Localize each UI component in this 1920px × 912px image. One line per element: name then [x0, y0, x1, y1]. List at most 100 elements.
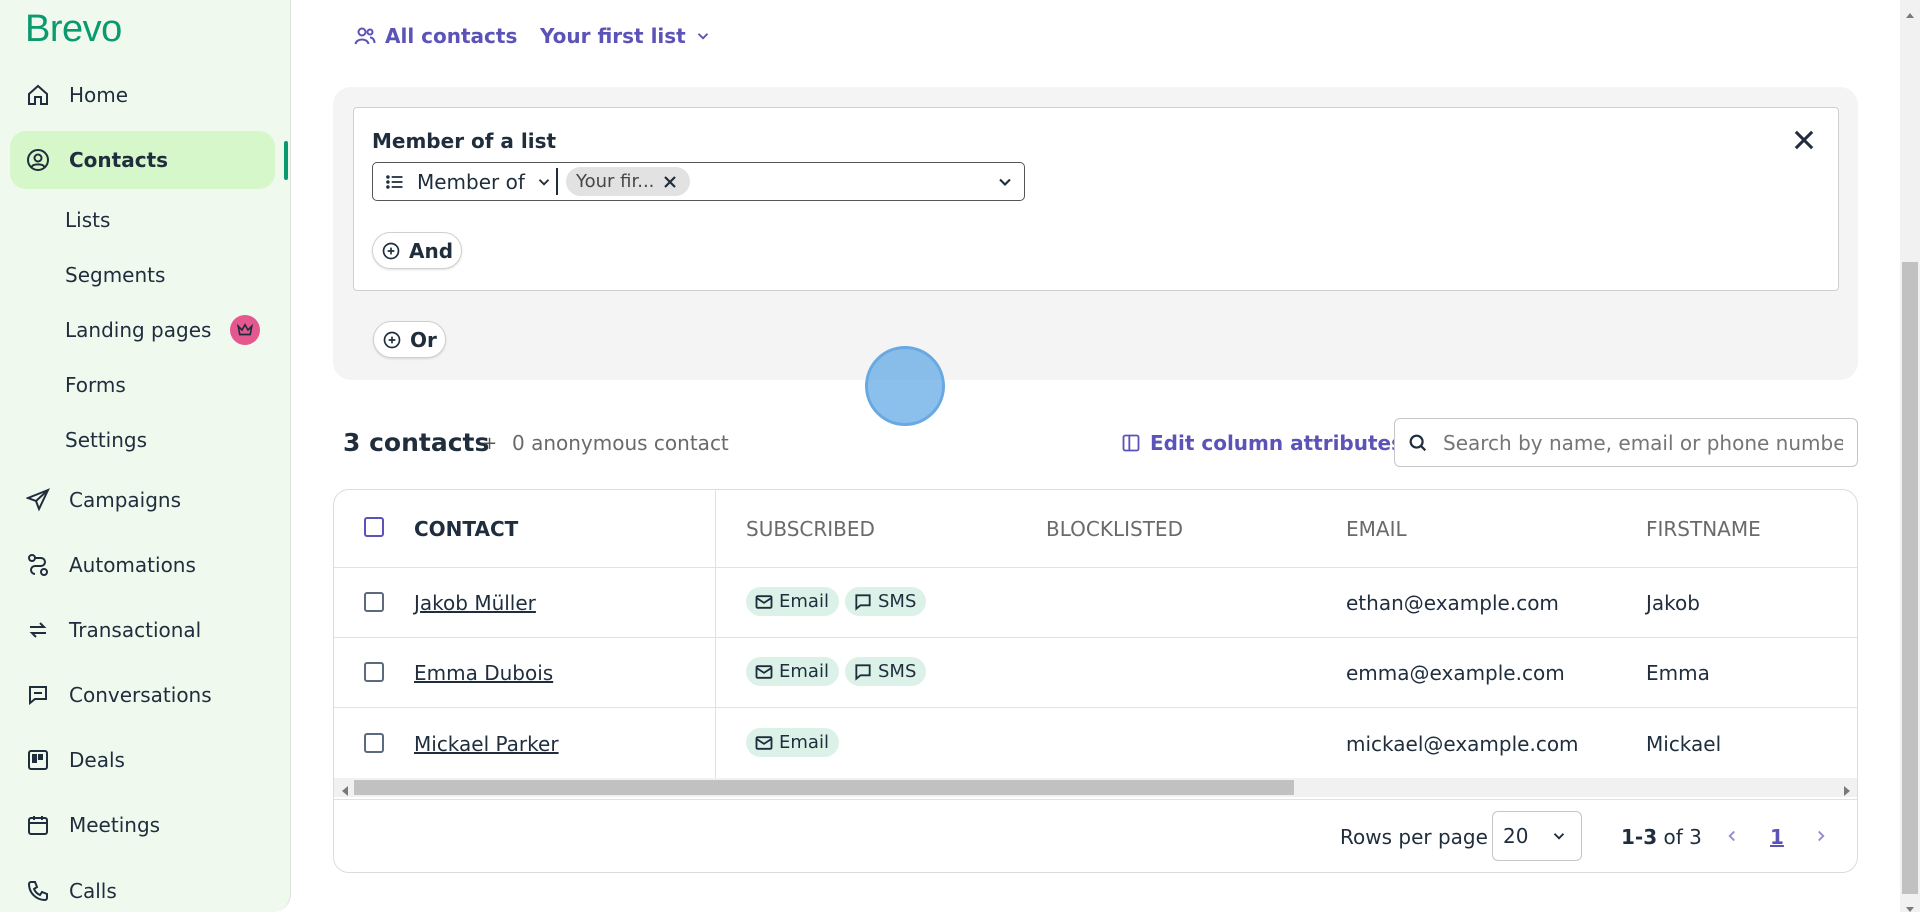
nav-item-home[interactable]: Home — [10, 66, 275, 124]
badge-label: Email — [779, 591, 829, 612]
contacts-table — [333, 489, 1858, 873]
range-bold: 1-3 — [1621, 825, 1658, 849]
row-checkbox[interactable] — [364, 662, 384, 682]
remove-chip-icon[interactable] — [660, 172, 680, 192]
deals-icon — [25, 747, 51, 773]
header-blocklisted[interactable]: BLOCKLISTED — [1046, 517, 1183, 541]
nav-item-transactional[interactable]: Transactional — [10, 601, 275, 659]
badge-label: SMS — [878, 661, 917, 682]
message-icon — [855, 663, 871, 681]
rows-per-page-select[interactable]: 20 — [1492, 811, 1582, 861]
row-checkbox[interactable] — [364, 733, 384, 753]
row-divider — [334, 567, 1857, 568]
chip-label: Your fir... — [576, 171, 655, 192]
subscribed-email-badge: Email — [746, 657, 839, 686]
add-and-condition-button[interactable]: And — [372, 232, 463, 269]
plus-circle-icon — [382, 242, 400, 259]
column-divider — [715, 490, 716, 778]
chevron-down-icon — [538, 178, 550, 186]
nav-label-campaigns: Campaigns — [69, 488, 182, 512]
nav-item-campaigns[interactable]: Campaigns — [10, 471, 275, 529]
contact-name-link[interactable]: Jakob Müller — [414, 591, 536, 615]
nav-label-contacts: Contacts — [69, 148, 169, 172]
subscribed-email-badge: Email — [746, 587, 839, 616]
operator-label: Member of — [417, 169, 525, 194]
chevron-down-icon[interactable] — [995, 172, 1015, 192]
nav-item-calls[interactable]: Calls — [10, 862, 275, 912]
edit-columns-label: Edit column attributes — [1150, 431, 1404, 455]
scroll-down-arrow-icon[interactable] — [1905, 899, 1915, 912]
subscribed-sms-badge: SMS — [845, 587, 927, 616]
plus-circle-icon — [383, 331, 401, 348]
horizontal-scrollbar-thumb[interactable] — [354, 780, 1294, 795]
sidebar-item-forms[interactable]: Forms — [65, 373, 126, 397]
rows-per-page-label: Rows per page — [1340, 825, 1488, 849]
mail-icon — [755, 664, 773, 679]
columns-icon — [1122, 434, 1140, 452]
automation-icon — [25, 552, 51, 578]
contact-name-link[interactable]: Emma Dubois — [414, 661, 553, 685]
badge-label: Email — [779, 661, 829, 682]
subscribed-email-badge: Email — [746, 728, 839, 757]
page-number-current[interactable]: 1 — [1770, 825, 1784, 849]
nav-item-automations[interactable]: Automations — [10, 536, 275, 594]
contact-name-link[interactable]: Mickael Parker — [414, 732, 559, 756]
home-icon — [25, 82, 51, 108]
search-input-box[interactable] — [1394, 418, 1858, 467]
prev-page-icon[interactable] — [1723, 826, 1741, 846]
sidebar-item-lists[interactable]: Lists — [65, 208, 110, 232]
all-contacts-link[interactable]: All contacts — [353, 24, 517, 48]
firstname-cell: Mickael — [1646, 732, 1722, 756]
nav-label-automations: Automations — [69, 553, 196, 577]
email-cell: emma@example.com — [1346, 661, 1565, 685]
filter-title: Member of a list — [372, 129, 557, 153]
badge-label: SMS — [878, 591, 917, 612]
row-checkbox[interactable] — [364, 592, 384, 612]
send-icon — [25, 487, 51, 513]
nav-label-conversations: Conversations — [69, 683, 212, 707]
close-icon[interactable] — [1790, 126, 1818, 154]
table-footer-divider — [334, 799, 1857, 800]
brevo-logo[interactable]: Brevo — [25, 8, 122, 51]
list-selector-label: Your first list — [540, 24, 686, 48]
click-indicator — [865, 346, 945, 426]
scroll-left-arrow-icon[interactable] — [340, 782, 350, 796]
select-divider — [556, 168, 558, 195]
operator-dropdown[interactable]: Member of — [385, 162, 553, 201]
nav-item-conversations[interactable]: Conversations — [10, 666, 275, 724]
subscribed-sms-badge: SMS — [845, 657, 927, 686]
all-contacts-label: All contacts — [385, 24, 518, 48]
header-contact[interactable]: CONTACT — [414, 517, 518, 541]
sidebar-item-settings[interactable]: Settings — [65, 428, 147, 452]
firstname-cell: Emma — [1646, 661, 1710, 685]
sidebar: Brevo Home Contacts Lists Segments Landi… — [0, 0, 291, 912]
nav-item-contacts[interactable]: Contacts — [10, 131, 275, 189]
header-subscribed[interactable]: SUBSCRIBED — [746, 517, 875, 541]
sidebar-item-landing-pages[interactable]: Landing pages — [65, 318, 211, 342]
pagination-range: 1-3 of 3 — [1621, 825, 1702, 849]
plus-sign: + — [482, 433, 498, 454]
header-firstname[interactable]: FIRSTNAME — [1646, 517, 1761, 541]
nav-item-meetings[interactable]: Meetings — [10, 796, 275, 854]
select-all-checkbox[interactable] — [364, 517, 384, 537]
add-or-group-button[interactable]: Or — [373, 321, 446, 358]
header-email[interactable]: EMAIL — [1346, 517, 1407, 541]
chat-icon — [25, 682, 51, 708]
search-icon — [1409, 434, 1427, 451]
nav-label-meetings: Meetings — [69, 813, 161, 837]
vertical-scrollbar-thumb[interactable] — [1902, 262, 1918, 894]
scroll-right-arrow-icon[interactable] — [1842, 782, 1852, 796]
next-page-icon[interactable] — [1812, 826, 1830, 846]
nav-label-home: Home — [69, 83, 129, 107]
nav-label-transactional: Transactional — [69, 618, 202, 642]
email-cell: ethan@example.com — [1346, 591, 1559, 615]
nav-item-deals[interactable]: Deals — [10, 731, 275, 789]
sidebar-item-segments[interactable]: Segments — [65, 263, 165, 287]
users-icon — [354, 27, 376, 45]
list-selector-dropdown[interactable]: Your first list — [540, 24, 712, 48]
email-cell: mickael@example.com — [1346, 732, 1579, 756]
scroll-up-arrow-icon[interactable] — [1905, 4, 1915, 23]
edit-column-attributes-button[interactable]: Edit column attributes — [1121, 431, 1403, 455]
mail-icon — [755, 735, 773, 750]
search-input[interactable] — [1443, 430, 1843, 455]
